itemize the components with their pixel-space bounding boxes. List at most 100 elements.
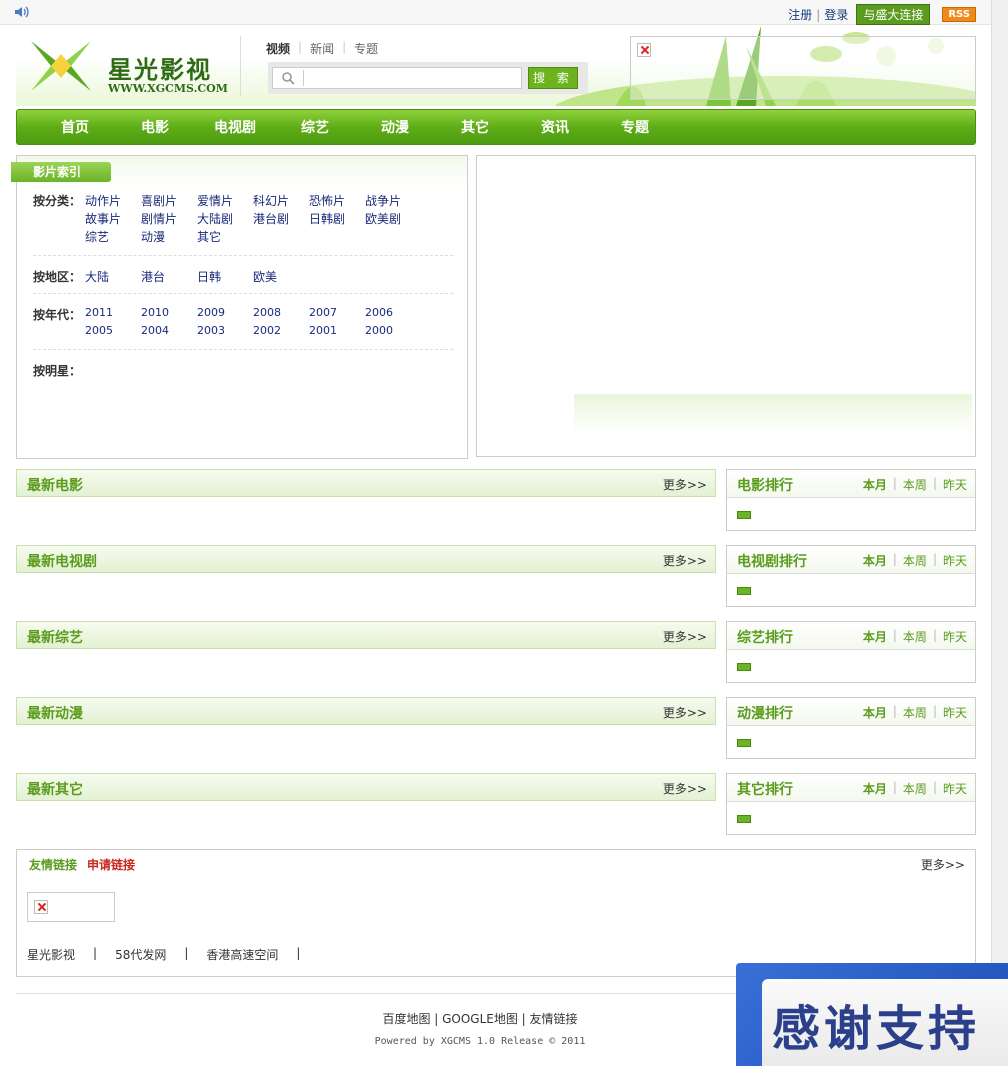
nav-other[interactable]: 其它	[437, 117, 517, 137]
more-link[interactable]: 更多>>	[663, 780, 707, 797]
rank-week-tab[interactable]: 本周	[903, 780, 927, 797]
partner-button[interactable]: 与盛大连接	[856, 4, 931, 25]
year-link[interactable]: 2010	[141, 306, 197, 324]
rank-yesterday-tab[interactable]: 昨天	[943, 628, 967, 645]
year-link[interactable]: 2004	[141, 324, 197, 342]
nav-home[interactable]: 首页	[37, 117, 117, 137]
more-link[interactable]: 更多>>	[663, 628, 707, 645]
rank-week-tab[interactable]: 本周	[903, 476, 927, 493]
scrollbar[interactable]	[991, 0, 1008, 1066]
category-link[interactable]: 恐怖片	[309, 192, 365, 210]
rank-badge-icon	[737, 815, 751, 823]
latest-other-header: 最新其它 更多>>	[16, 773, 716, 801]
more-link[interactable]: 更多>>	[663, 704, 707, 721]
search-tab-topic[interactable]: 专题	[354, 40, 378, 57]
friend-link[interactable]: 58代发网	[115, 946, 166, 963]
year-link[interactable]: 2008	[253, 306, 309, 324]
thanks-banner[interactable]: 感谢支持	[736, 963, 1008, 1066]
category-link[interactable]: 喜剧片	[141, 192, 197, 210]
category-link[interactable]: 动漫	[141, 228, 197, 246]
region-label: 按地区：	[33, 270, 82, 284]
rank-month-tab[interactable]: 本月	[863, 628, 887, 645]
separator: |	[932, 704, 937, 718]
rss-button[interactable]: RSS	[942, 7, 976, 22]
year-link[interactable]: 2000	[365, 324, 421, 342]
register-link[interactable]: 注册	[788, 6, 812, 23]
nav-news[interactable]: 资讯	[517, 117, 597, 137]
year-link[interactable]: 2009	[197, 306, 253, 324]
nav-anime[interactable]: 动漫	[357, 117, 437, 137]
category-link[interactable]: 日韩剧	[309, 210, 365, 228]
region-link[interactable]: 欧美	[253, 268, 309, 286]
category-link[interactable]: 大陆剧	[197, 210, 253, 228]
category-link[interactable]: 综艺	[85, 228, 141, 246]
separator: |	[932, 552, 937, 566]
rank-month-tab[interactable]: 本月	[863, 704, 887, 721]
year-link[interactable]: 2006	[365, 306, 421, 324]
search-icon	[282, 72, 295, 85]
category-link[interactable]: 动作片	[85, 192, 141, 210]
ad-slot[interactable]	[630, 36, 976, 100]
friend-link[interactable]: 香港高速空间	[206, 946, 278, 963]
logo[interactable]: 星光影视 WWW.XGCMS.COM	[26, 36, 228, 96]
login-link[interactable]: 登录	[824, 6, 848, 23]
rank-yesterday-tab[interactable]: 昨天	[943, 704, 967, 721]
rank-yesterday-tab[interactable]: 昨天	[943, 780, 967, 797]
tv-ranking: 电视剧排行 本月 | 本周 | 昨天	[726, 545, 976, 607]
search-input[interactable]	[303, 70, 517, 86]
nav-topic[interactable]: 专题	[597, 117, 677, 137]
ranking-header: 电视剧排行 本月 | 本周 | 昨天	[727, 546, 975, 574]
index-title: 影片索引	[11, 162, 111, 182]
rank-week-tab[interactable]: 本周	[903, 704, 927, 721]
featured-slideshow[interactable]	[476, 155, 976, 457]
latest-tv-header: 最新电视剧 更多>>	[16, 545, 716, 573]
year-link[interactable]: 2007	[309, 306, 365, 324]
rank-week-tab[interactable]: 本周	[903, 628, 927, 645]
search-box: 搜 索	[268, 62, 588, 94]
nav-movie[interactable]: 电影	[117, 117, 197, 137]
region-row: 按地区： 大陆 港台 日韩 欧美	[33, 268, 453, 286]
rank-month-tab[interactable]: 本月	[863, 476, 887, 493]
rank-badge-icon	[737, 587, 751, 595]
apply-link[interactable]: 申请链接	[87, 856, 135, 873]
rank-month-tab[interactable]: 本月	[863, 552, 887, 569]
year-link[interactable]: 2001	[309, 324, 365, 342]
separator: |	[816, 7, 821, 22]
category-link[interactable]: 剧情片	[141, 210, 197, 228]
rank-yesterday-tab[interactable]: 昨天	[943, 476, 967, 493]
friend-link[interactable]: 星光影视	[27, 946, 75, 963]
ranking-header: 电影排行 本月 | 本周 | 昨天	[727, 470, 975, 498]
rank-week-tab[interactable]: 本周	[903, 552, 927, 569]
region-link[interactable]: 大陆	[85, 268, 141, 286]
category-link[interactable]: 爱情片	[197, 192, 253, 210]
region-link[interactable]: 日韩	[197, 268, 253, 286]
more-link[interactable]: 更多>>	[663, 552, 707, 569]
year-link[interactable]: 2011	[85, 306, 141, 324]
region-link[interactable]: 港台	[141, 268, 197, 286]
year-link[interactable]: 2005	[85, 324, 141, 342]
year-link[interactable]: 2002	[253, 324, 309, 342]
search-tab-video[interactable]: 视频	[266, 40, 290, 57]
category-link[interactable]: 欧美剧	[365, 210, 421, 228]
search-button[interactable]: 搜 索	[528, 67, 578, 89]
year-link[interactable]: 2003	[197, 324, 253, 342]
more-link[interactable]: 更多>>	[663, 476, 707, 493]
category-link[interactable]: 其它	[197, 228, 253, 246]
search-tab-news[interactable]: 新闻	[310, 40, 334, 57]
logo-subtitle: WWW.XGCMS.COM	[108, 82, 228, 95]
more-link[interactable]: 更多>>	[921, 856, 965, 873]
category-link[interactable]: 科幻片	[253, 192, 309, 210]
category-link[interactable]: 战争片	[365, 192, 421, 210]
star-row: 按明星：	[33, 362, 453, 380]
section-title: 最新电影	[27, 478, 83, 494]
divider	[240, 36, 241, 96]
nav-tv[interactable]: 电视剧	[197, 117, 277, 137]
nav-variety[interactable]: 综艺	[277, 117, 357, 137]
rank-yesterday-tab[interactable]: 昨天	[943, 552, 967, 569]
separator: |	[184, 946, 189, 960]
speaker-icon[interactable]	[14, 5, 30, 19]
partner-logo[interactable]	[27, 892, 115, 922]
category-link[interactable]: 故事片	[85, 210, 141, 228]
category-link[interactable]: 港台剧	[253, 210, 309, 228]
rank-month-tab[interactable]: 本月	[863, 780, 887, 797]
